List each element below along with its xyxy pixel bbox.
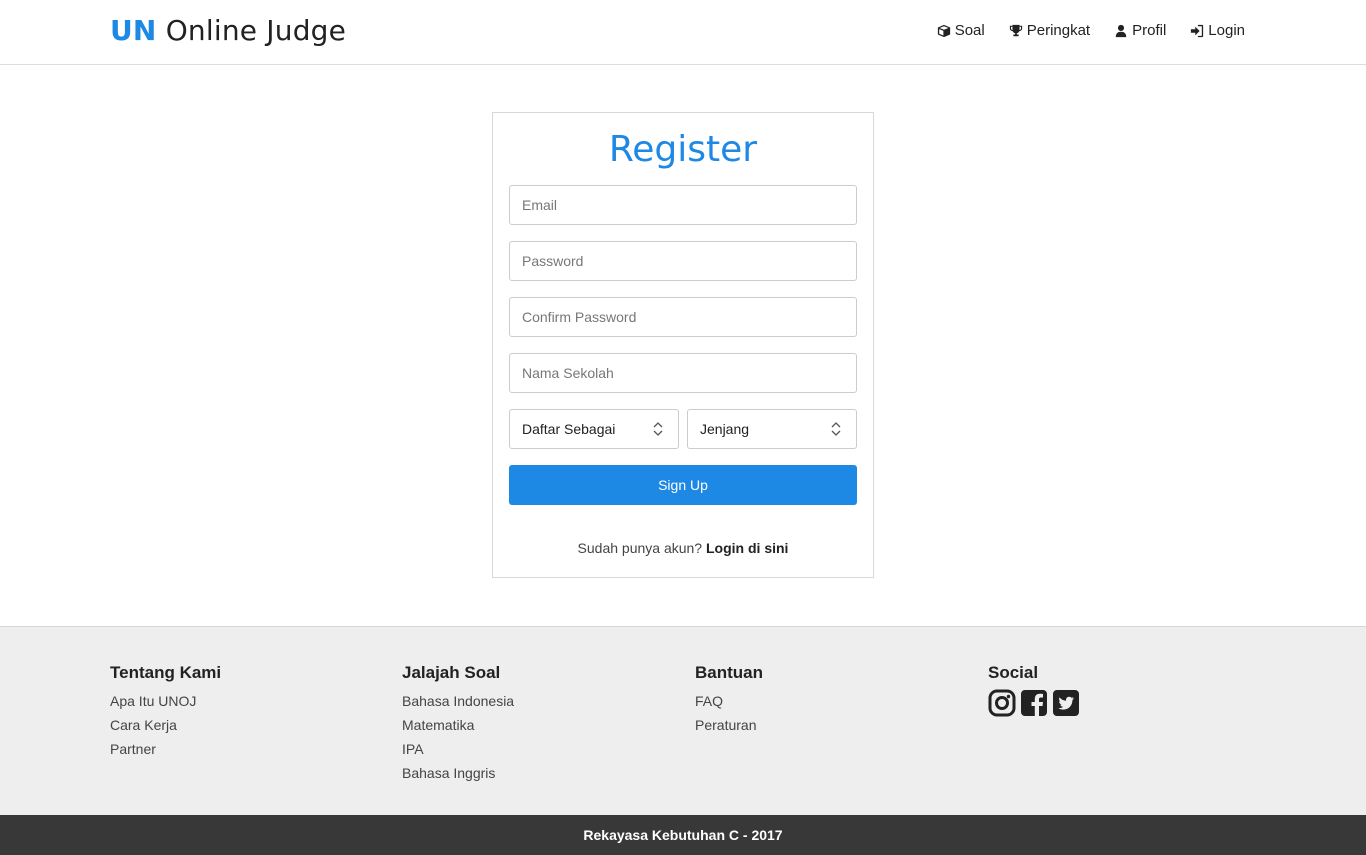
footer-col-bantuan: Bantuan FAQ Peraturan [695,663,763,737]
footer-link[interactable]: Bahasa Inggris [402,761,514,785]
footer-link[interactable]: Cara Kerja [110,713,221,737]
up-down-chevron-icon [653,422,663,436]
brand-suffix: Online Judge [165,14,347,47]
footer-link[interactable]: Bahasa Indonesia [402,689,514,713]
top-navbar: UN Online Judge Soal Peringkat Profil Lo… [0,0,1366,65]
footer-link[interactable]: Peraturan [695,713,763,737]
social-icons [988,689,1080,717]
footer-heading: Jalajah Soal [402,663,501,682]
trophy-icon [1009,24,1022,36]
footer: Tentang Kami Apa Itu UNOJ Cara Kerja Par… [0,626,1366,815]
role-select-value: Daftar Sebagai [522,421,616,437]
instagram-icon[interactable] [988,689,1016,717]
facebook-icon[interactable] [1020,689,1048,717]
footer-link[interactable]: Matematika [402,713,514,737]
footer-col-social: Social [988,663,1080,717]
register-title: Register [608,129,758,170]
footer-heading: Tentang Kami [110,663,222,682]
sign-in-icon [1191,24,1204,37]
nav-label: Soal [954,22,985,39]
nav-item-peringkat[interactable]: Peringkat [1009,22,1090,39]
school-name-field[interactable] [509,353,857,393]
nav-item-login[interactable]: Login [1190,22,1245,39]
nav-item-soal[interactable]: Soal [937,22,985,39]
login-link[interactable]: Login di sini [706,540,788,556]
nav-label: Profil [1132,22,1167,39]
main-nav: Soal Peringkat Profil Login [937,22,1245,39]
footer-col-tentang: Tentang Kami Apa Itu UNOJ Cara Kerja Par… [110,663,221,761]
footer-heading: Bantuan [695,663,763,682]
up-down-chevron-icon [831,422,841,436]
confirm-password-field[interactable] [509,297,857,337]
login-prompt-text: Sudah punya akun? [577,540,703,556]
level-select-value: Jenjang [700,421,750,437]
footer-heading: Social [988,663,1039,682]
user-icon [1115,24,1127,37]
copyright-bar: Rekayasa Kebutuhan C - 2017 [0,815,1366,855]
sign-up-button[interactable]: Sign Up [509,465,857,505]
brand-prefix: UN [110,14,157,47]
register-card: Register Daftar Sebagai Jenjang Sign Up … [492,112,874,578]
cube-icon [937,24,950,37]
footer-col-jalajah: Jalajah Soal Bahasa Indonesia Matematika… [402,663,514,785]
login-prompt: Sudah punya akun? Login di sini [493,540,873,556]
password-field[interactable] [509,241,857,281]
twitter-icon[interactable] [1052,689,1080,717]
nav-label: Login [1208,22,1245,39]
level-select[interactable]: Jenjang [687,409,857,449]
footer-link[interactable]: Partner [110,737,221,761]
brand-logo[interactable]: UN Online Judge [110,14,346,47]
email-field[interactable] [509,185,857,225]
nav-label: Peringkat [1026,22,1091,39]
footer-link[interactable]: IPA [402,737,514,761]
role-select[interactable]: Daftar Sebagai [509,409,679,449]
nav-item-profil[interactable]: Profil [1114,22,1166,39]
footer-link[interactable]: Apa Itu UNOJ [110,689,221,713]
footer-link[interactable]: FAQ [695,689,763,713]
